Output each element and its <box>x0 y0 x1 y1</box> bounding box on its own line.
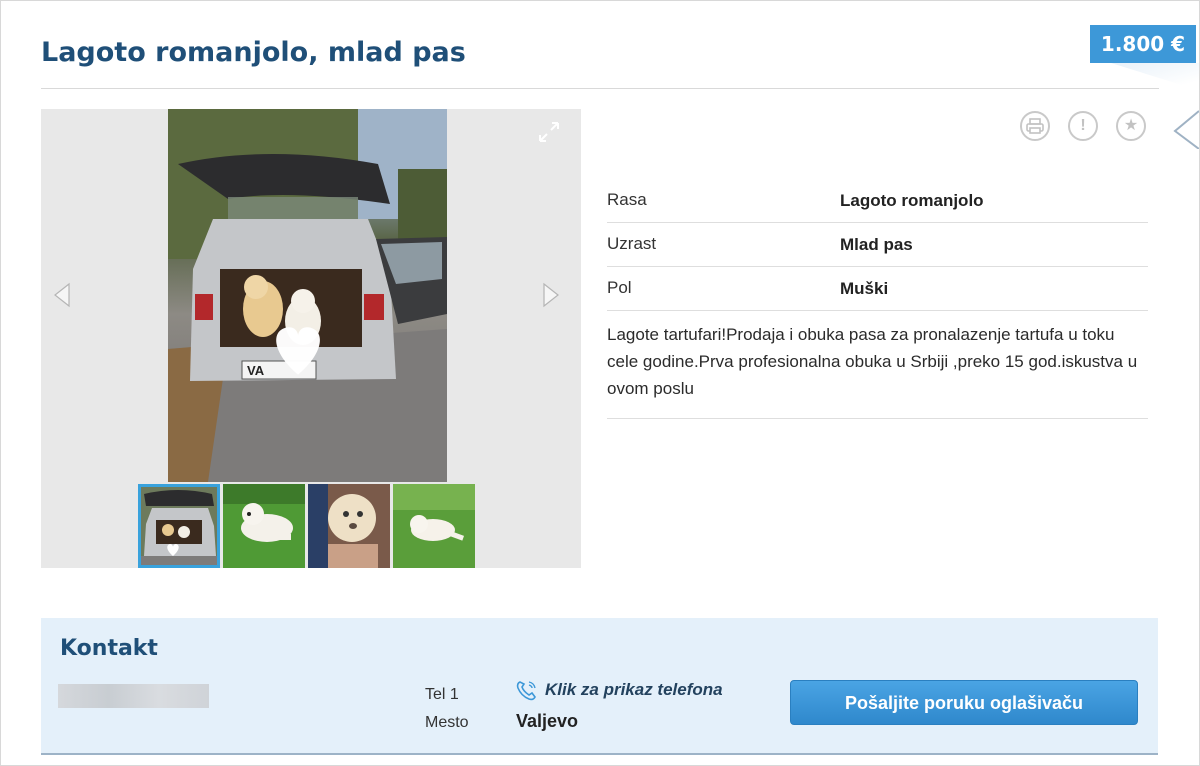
side-panel-chevron-icon[interactable] <box>1169 109 1200 149</box>
photo-gallery: VA <box>41 109 581 568</box>
listing-card: Lagoto romanjolo, mlad pas 1.800 € VA ! … <box>0 0 1200 766</box>
fullscreen-expand-icon[interactable] <box>538 121 560 143</box>
detail-label: Pol <box>607 278 632 297</box>
detail-value: Muški <box>840 279 889 298</box>
price-ribbon-tail <box>1111 63 1199 91</box>
detail-label: Rasa <box>607 190 647 209</box>
detail-row-age: Uzrast Mlad pas <box>607 223 1148 267</box>
title-divider <box>41 88 1159 89</box>
price-badge: 1.800 € <box>1090 25 1196 63</box>
printer-icon[interactable] <box>1020 111 1050 141</box>
send-message-button[interactable]: Pošaljite poruku oglašivaču <box>790 680 1138 725</box>
star-icon[interactable]: ★ <box>1116 111 1146 141</box>
detail-value: Mlad pas <box>840 235 913 254</box>
show-phone-link[interactable]: Klik za prikaz telefona <box>515 679 723 701</box>
listing-title: Lagoto romanjolo, mlad pas <box>41 37 466 68</box>
thumbnail-1[interactable] <box>138 484 220 568</box>
contact-name-redacted <box>58 684 209 708</box>
thumbnail-4[interactable] <box>393 484 475 568</box>
listing-details: Rasa Lagoto romanjolo Uzrast Mlad pas Po… <box>607 179 1148 419</box>
previous-photo-arrow-icon[interactable] <box>51 282 73 308</box>
tel-label: Tel 1 <box>425 686 459 703</box>
main-photo[interactable]: VA <box>168 109 447 482</box>
show-phone-label: Klik za prikaz telefona <box>545 680 723 699</box>
next-photo-arrow-icon[interactable] <box>540 282 562 308</box>
detail-label: Uzrast <box>607 234 657 253</box>
contact-section: Kontakt Tel 1 Mesto Klik za prikaz telef… <box>41 618 1158 755</box>
city-label: Mesto <box>425 714 469 731</box>
thumbnail-2[interactable] <box>223 484 305 568</box>
license-plate: VA <box>247 363 265 378</box>
exclamation-icon[interactable]: ! <box>1068 111 1098 141</box>
contact-heading: Kontakt <box>60 636 158 661</box>
detail-value: Lagoto romanjolo <box>840 191 984 210</box>
city-value: Valjevo <box>516 711 579 731</box>
phone-icon <box>516 681 536 701</box>
listing-description: Lagote tartufari!Prodaja i obuka pasa za… <box>607 311 1148 419</box>
detail-row-breed: Rasa Lagoto romanjolo <box>607 179 1148 223</box>
thumbnail-3[interactable] <box>308 484 390 568</box>
detail-row-sex: Pol Muški <box>607 267 1148 311</box>
